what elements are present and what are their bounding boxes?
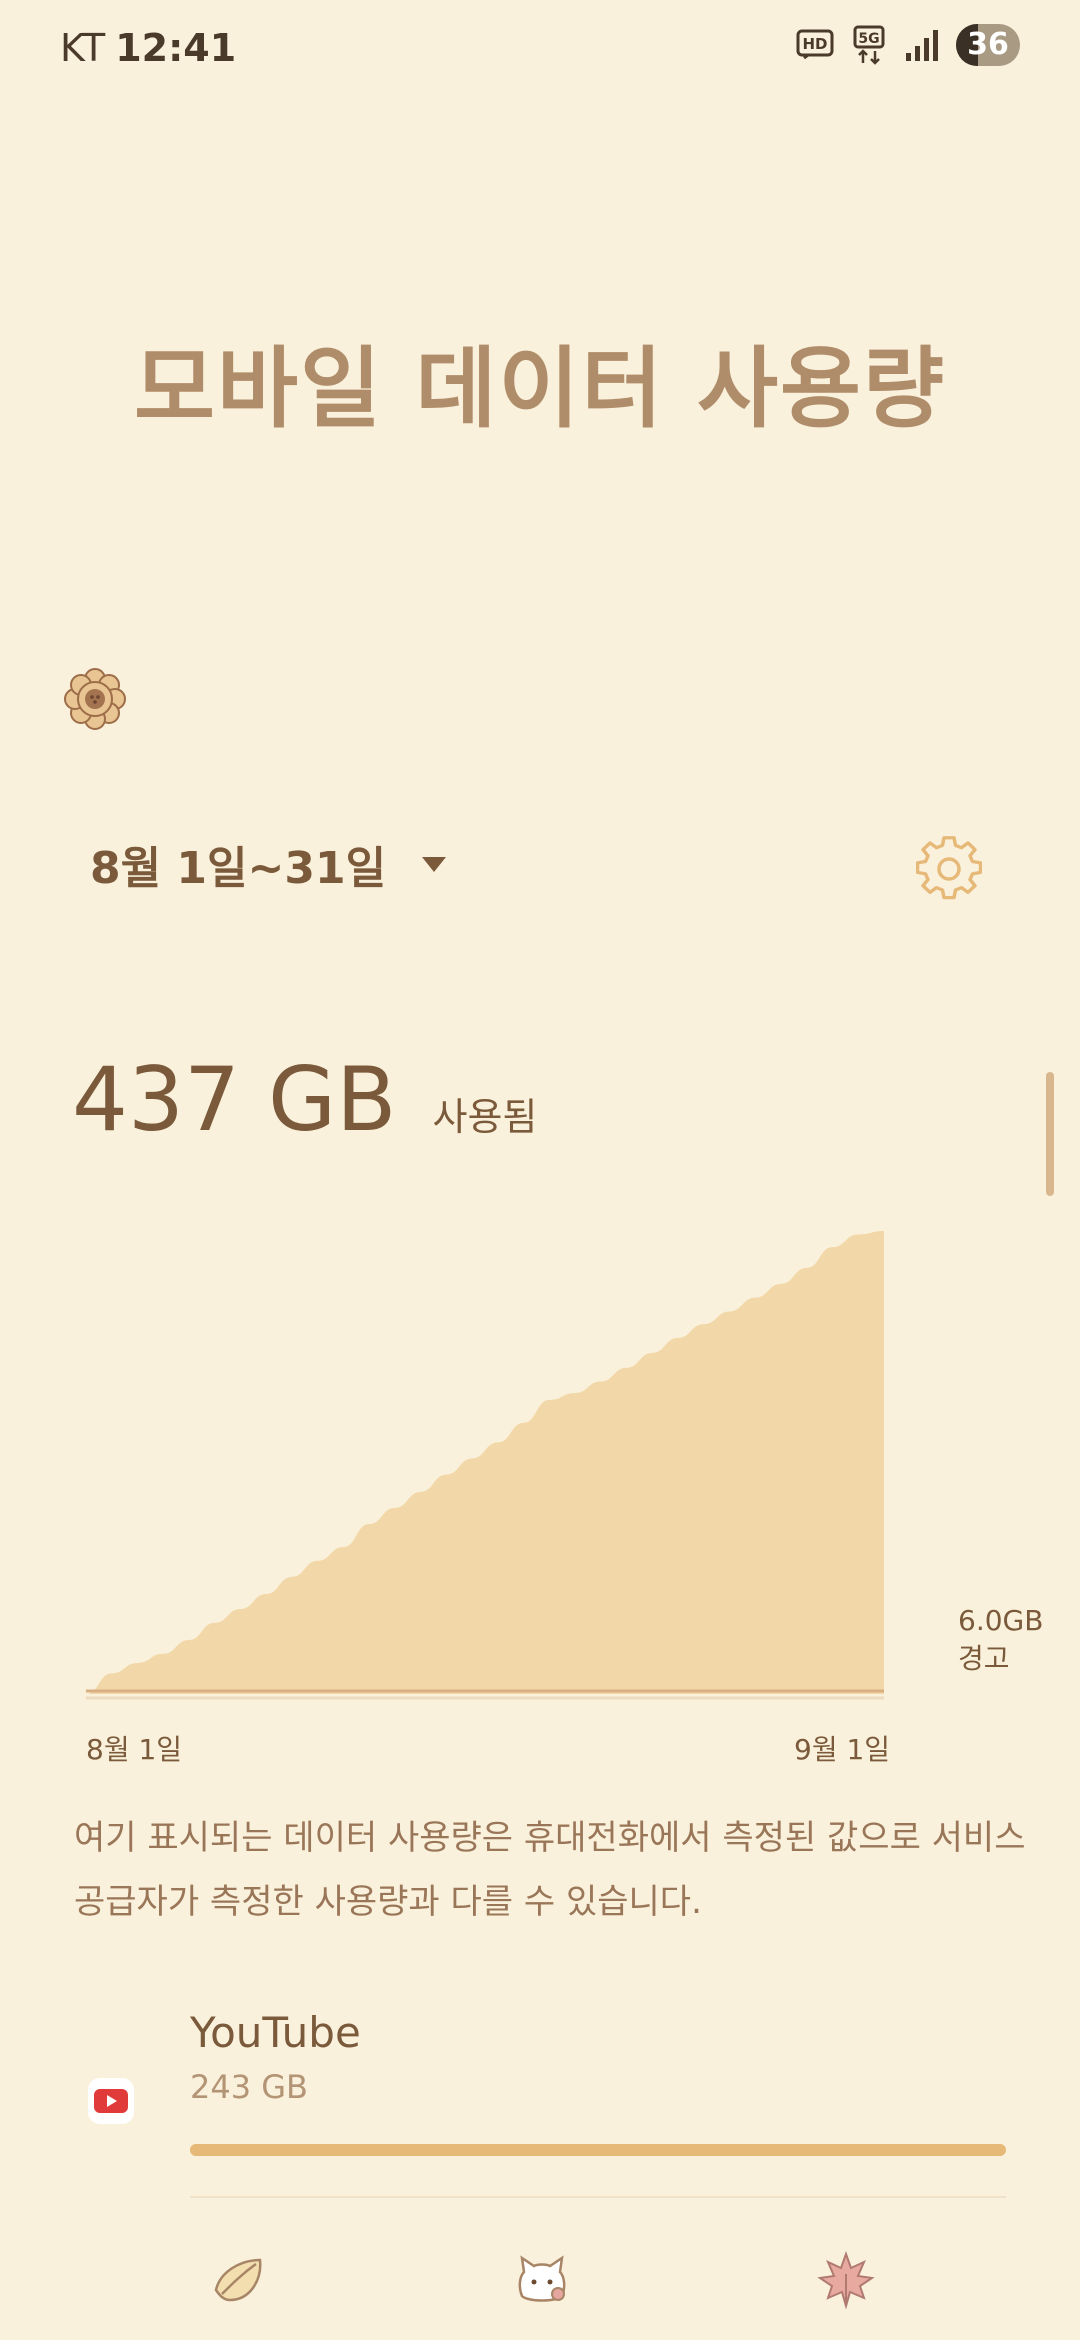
app-row-youtube[interactable]: YouTube 243 GB (0, 1998, 1080, 2198)
warning-label: 6.0GB 경고 (958, 1602, 1043, 1678)
cat-icon[interactable] (512, 2250, 572, 2310)
app-name: YouTube (190, 2008, 361, 2057)
data-usage-screen: KT 12:41 HD 5G 36 모바일 데이터 사용량 8월 1일~31일 … (0, 0, 1080, 2340)
leaf-icon[interactable] (210, 2250, 270, 2310)
app-usage-bar-fill (190, 2144, 1006, 2156)
x-label-start: 8월 1일 (86, 1733, 183, 1766)
x-label-end: 9월 1일 (794, 1733, 891, 1766)
maple-leaf-icon[interactable] (816, 2250, 876, 2310)
warning-text: 경고 (958, 1642, 1010, 1675)
warning-amount: 6.0GB (958, 1604, 1044, 1637)
disclaimer-text: 여기 표시되는 데이터 사용량은 휴대전화에서 측정된 값으로 서비스 공급자가… (74, 1818, 1026, 1922)
app-usage: 243 GB (190, 2068, 308, 2106)
bottom-nav (0, 2236, 1080, 2340)
list-divider (190, 2196, 1006, 2198)
usage-chart (86, 1231, 884, 1700)
app-usage-bar (190, 2144, 1006, 2156)
youtube-icon (88, 2078, 134, 2124)
usage-area (86, 1231, 884, 1694)
